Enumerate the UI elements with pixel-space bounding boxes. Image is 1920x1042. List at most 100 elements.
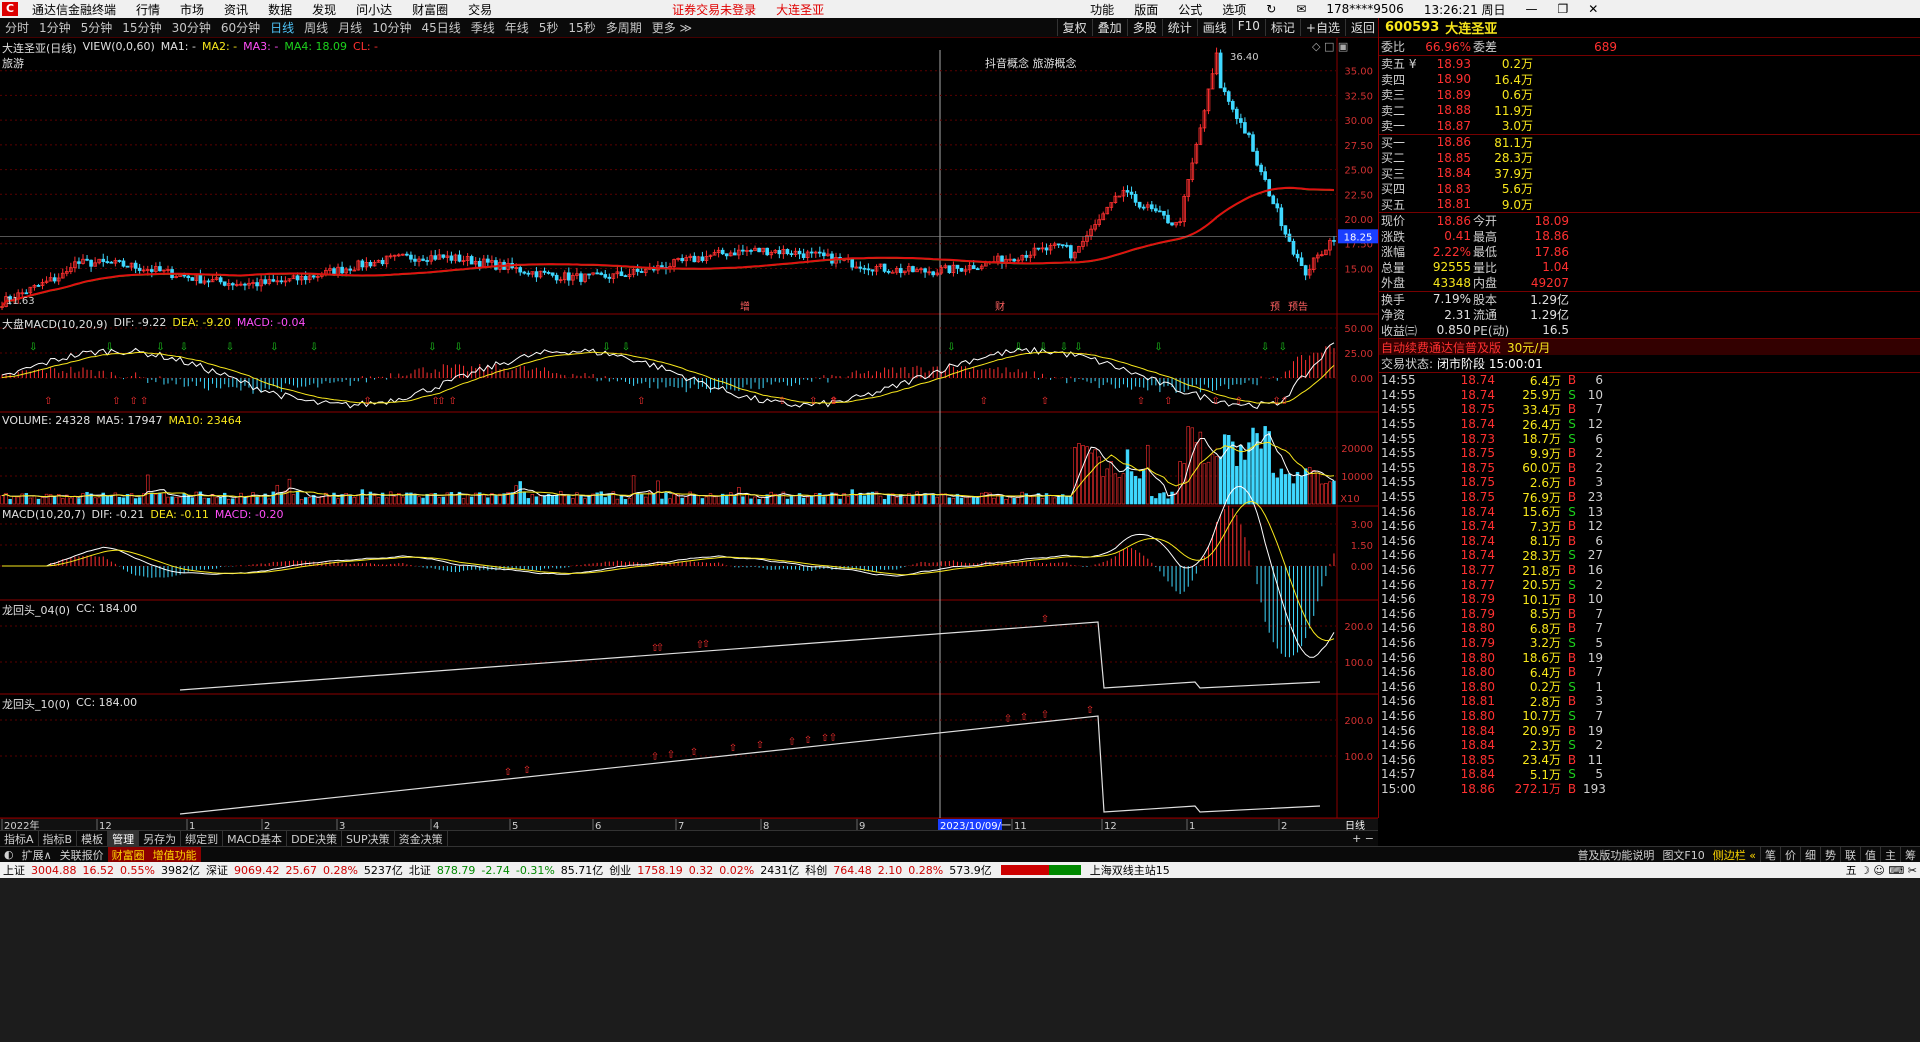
tick-row[interactable]: 14:55 18.74 6.4万 B 6 (1379, 373, 1920, 388)
main-chart-indicator[interactable]: VIEW(0,0,60) (83, 40, 155, 56)
tab-template[interactable]: 模板 (77, 830, 109, 847)
tick-row[interactable]: 14:56 18.79 8.5万 B 7 (1379, 607, 1920, 622)
tick-row[interactable]: 14:56 18.74 15.6万 S 13 (1379, 504, 1920, 520)
tool-overlay[interactable]: 叠加 (1091, 19, 1127, 36)
menu-wealth[interactable]: 财富圈 (412, 1, 448, 18)
tick-row[interactable]: 14:56 18.74 7.3万 B 12 (1379, 519, 1920, 534)
ask-level-row[interactable]: 卖二 18.88 11.9万 (1379, 103, 1920, 119)
tick-row[interactable]: 14:55 18.75 76.9万 B 23 (1379, 490, 1920, 505)
tick-row[interactable]: 14:56 18.85 23.4万 B 11 (1379, 752, 1920, 768)
period-5sec[interactable]: 5秒 (534, 19, 564, 36)
ask-level-row[interactable]: 卖四 18.90 16.4万 (1379, 72, 1920, 88)
tab-sup[interactable]: SUP决策 (342, 830, 395, 847)
period-45day[interactable]: 45日线 (416, 19, 465, 36)
tick-row[interactable]: 14:56 18.79 10.1万 B 10 (1379, 592, 1920, 607)
period-30min[interactable]: 30分钟 (167, 19, 216, 36)
volume-label[interactable]: VOLUME: 24328 (2, 414, 90, 427)
account-name[interactable]: 178****9506 (1326, 2, 1403, 16)
tick-row[interactable]: 14:55 18.74 25.9万 S 10 (1379, 388, 1920, 403)
tick-row[interactable]: 14:56 18.80 0.2万 S 1 (1379, 679, 1920, 695)
tick-row[interactable]: 14:56 18.80 18.6万 B 19 (1379, 650, 1920, 666)
period-quarter[interactable]: 季线 (466, 19, 500, 36)
ime-icons[interactable]: 五 ☽ ☺ ⌨ ✂ (1843, 862, 1920, 878)
tab-dde[interactable]: DDE决策 (287, 830, 342, 847)
menu-trade[interactable]: 交易 (468, 1, 492, 18)
tick-row[interactable]: 14:55 18.75 9.9万 B 2 (1379, 446, 1920, 461)
tool-mark[interactable]: 标记 (1264, 19, 1300, 36)
tick-row[interactable]: 14:56 18.84 2.3万 S 2 (1379, 738, 1920, 753)
period-15sec[interactable]: 15秒 (563, 19, 600, 36)
tick-list[interactable]: 14:55 18.74 6.4万 B 6 14:55 18.74 25.9万 S 10 14:55 1… (1379, 372, 1920, 796)
toggle-switch[interactable]: ◐ (0, 848, 18, 861)
close-icon[interactable]: ✕ (1588, 2, 1598, 16)
tool-back[interactable]: 返回 (1344, 19, 1380, 36)
tick-row[interactable]: 14:56 18.81 2.8万 B 3 (1379, 694, 1920, 709)
period-multi[interactable]: 多周期 (601, 19, 647, 36)
tab-manage[interactable]: 管理 (108, 830, 140, 847)
tool-stats[interactable]: 统计 (1161, 19, 1197, 36)
side-tab-main[interactable]: 主 (1880, 846, 1900, 863)
tick-row[interactable]: 14:57 18.84 5.1万 S 5 (1379, 767, 1920, 782)
tool-add-watch[interactable]: +自选 (1299, 19, 1345, 36)
tick-row[interactable]: 14:55 18.75 33.4万 B 7 (1379, 402, 1920, 417)
tick-row[interactable]: 15:00 18.86 272.1万 B 193 (1379, 782, 1920, 797)
ask-level-row[interactable]: 卖五 ¥ 18.93 0.2万 (1379, 56, 1920, 72)
tick-row[interactable]: 14:55 18.74 26.4万 S 12 (1379, 417, 1920, 432)
bid-level-row[interactable]: 买三 18.84 37.9万 (1379, 166, 1920, 182)
ask-level-row[interactable]: 卖三 18.89 0.6万 (1379, 87, 1920, 103)
side-tab-value[interactable]: 值 (1860, 846, 1880, 863)
idx-bj-label[interactable]: 北证 (406, 862, 434, 878)
menu-formula[interactable]: 公式 (1178, 1, 1202, 18)
idx-kc-label[interactable]: 科创 (802, 862, 830, 878)
tab-macd-basic[interactable]: MACD基本 (223, 830, 288, 847)
tab-value-added[interactable]: 增值功能 (148, 846, 201, 863)
server-name[interactable]: 上海双线主站15 (1087, 862, 1173, 878)
period-10min[interactable]: 10分钟 (367, 19, 416, 36)
scroll-plus-minus[interactable]: + − (1348, 832, 1378, 845)
period-15min[interactable]: 15分钟 (117, 19, 166, 36)
period-daily[interactable]: 日线 (265, 19, 299, 36)
tick-row[interactable]: 14:56 18.80 6.8万 B 7 (1379, 621, 1920, 636)
menu-layout[interactable]: 版面 (1134, 1, 1158, 18)
promo-text[interactable]: 自动续费通达信普及版 (1379, 339, 1501, 356)
minimize-icon[interactable]: — (1526, 2, 1538, 16)
period-year[interactable]: 年线 (500, 19, 534, 36)
period-weekly[interactable]: 周线 (299, 19, 333, 36)
ask-level-row[interactable]: 卖一 18.87 3.0万 (1379, 118, 1920, 134)
idx-sh-label[interactable]: 上证 (0, 862, 28, 878)
refresh-icon[interactable]: ↻ (1266, 2, 1276, 16)
tick-row[interactable]: 14:56 18.79 3.2万 S 5 (1379, 636, 1920, 651)
period-more[interactable]: 更多 ≫ (647, 19, 697, 36)
mail-icon[interactable]: ✉ (1296, 2, 1306, 16)
period-60min[interactable]: 60分钟 (216, 19, 265, 36)
period-intraday[interactable]: 分时 (0, 19, 34, 36)
tab-expand[interactable]: 扩展∧ (18, 847, 56, 863)
promo-row[interactable]: 自动续费通达信普及版 30元/月 (1379, 338, 1920, 355)
tab-capital[interactable]: 资金决策 (395, 830, 448, 847)
tool-draw[interactable]: 画线 (1196, 19, 1232, 36)
tick-row[interactable]: 14:55 18.73 18.7万 S 6 (1379, 431, 1920, 447)
kline-chart[interactable]: 35.0032.5030.0027.5025.0022.5020.0017.50… (0, 38, 1378, 818)
side-tab-price[interactable]: 价 (1780, 846, 1800, 863)
macd-big-label[interactable]: 大盘MACD(10,20,9) (2, 316, 108, 332)
menu-options[interactable]: 选项 (1222, 1, 1246, 18)
period-5min[interactable]: 5分钟 (76, 19, 118, 36)
tick-row[interactable]: 14:56 18.77 21.8万 B 16 (1379, 563, 1920, 578)
tab-save-as[interactable]: 另存为 (139, 830, 182, 847)
tab-wealth-circle[interactable]: 财富圈 (107, 846, 149, 863)
tab-indicator-b[interactable]: 指标B (39, 830, 78, 847)
link-edition-info[interactable]: 普及版功能说明 (1573, 847, 1658, 863)
stock-code[interactable]: 600593 (1385, 20, 1439, 35)
period-1min[interactable]: 1分钟 (34, 19, 76, 36)
kline-chart-area[interactable]: 35.00 32.50 30.00 27.50 25.00 22.50 20.00 17.50… (0, 38, 1378, 818)
menu-discover[interactable]: 发现 (312, 1, 336, 18)
tool-f10[interactable]: F10 (1231, 19, 1265, 36)
tick-row[interactable]: 14:56 18.77 20.5万 S 2 (1379, 577, 1920, 593)
tab-bind[interactable]: 绑定到 (181, 830, 224, 847)
menu-function[interactable]: 功能 (1090, 1, 1114, 18)
tool-adjust[interactable]: 复权 (1056, 19, 1092, 36)
tick-row[interactable]: 14:56 18.80 10.7万 S 7 (1379, 709, 1920, 724)
link-f10[interactable]: 图文F10 (1658, 847, 1708, 863)
chart-settings-icons[interactable]: ◇ □ ▣ (1312, 40, 1348, 53)
tick-row[interactable]: 14:56 18.84 20.9万 B 19 (1379, 723, 1920, 739)
